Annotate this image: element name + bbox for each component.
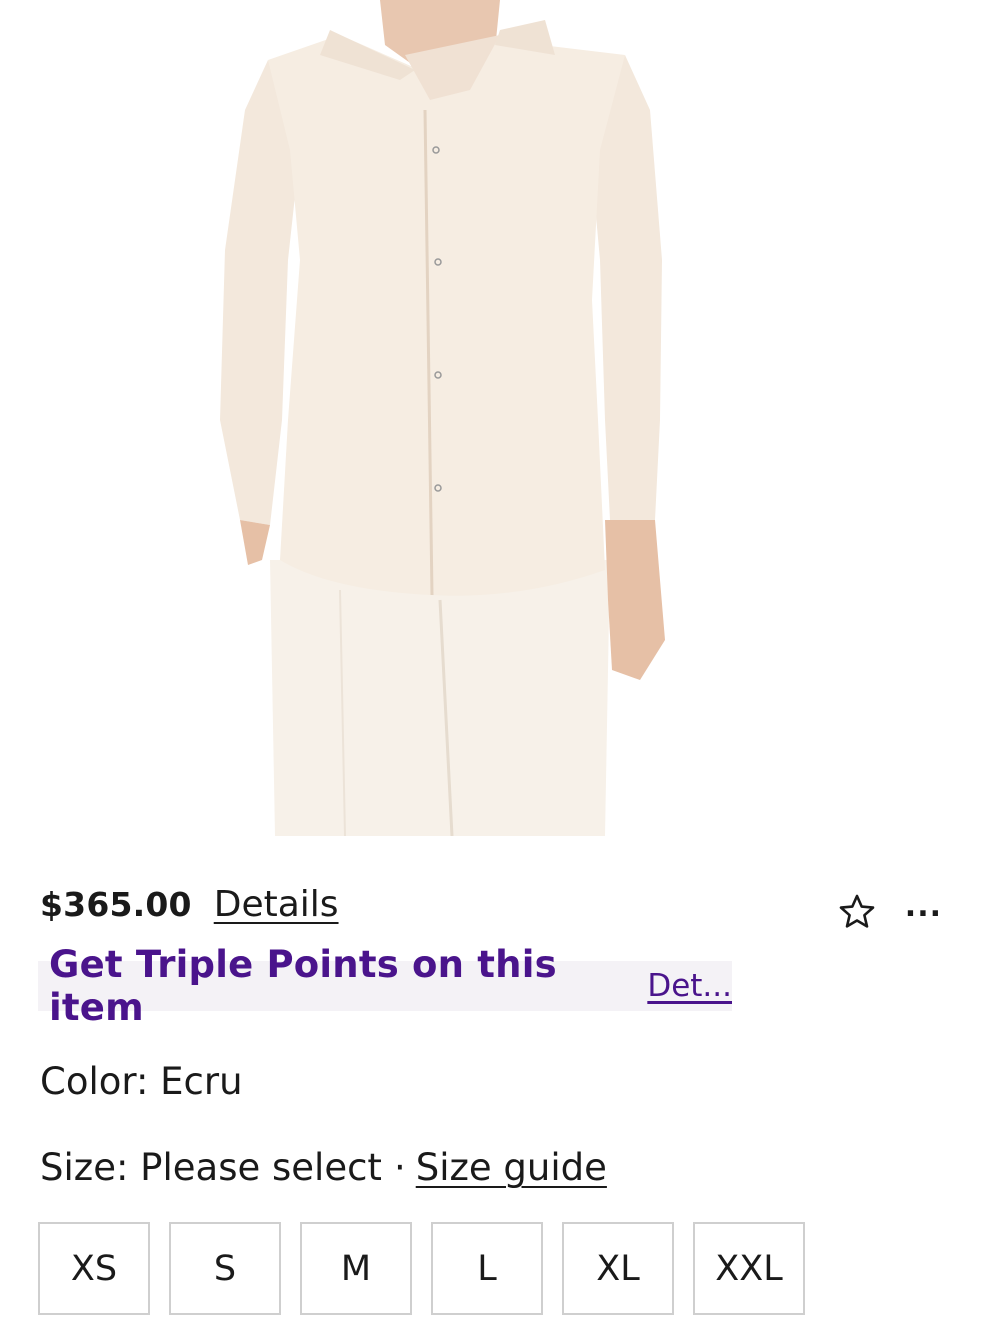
size-option-xl[interactable]: XL bbox=[562, 1222, 674, 1315]
promo-banner: Get Triple Points on this item Det... bbox=[38, 943, 732, 1029]
size-option-xxl[interactable]: XXL bbox=[693, 1222, 805, 1315]
star-outline-icon[interactable] bbox=[837, 892, 877, 932]
promo-text: Get Triple Points on this item bbox=[49, 943, 557, 1029]
size-guide-link[interactable]: Size guide bbox=[416, 1146, 607, 1189]
product-image[interactable] bbox=[0, 0, 1000, 836]
size-separator: · bbox=[393, 1146, 406, 1189]
size-row: Size: Please select · Size guide bbox=[40, 1146, 607, 1189]
details-link[interactable]: Details bbox=[214, 884, 339, 925]
color-label: Color: Ecru bbox=[40, 1060, 243, 1103]
price-row: $365.00 Details bbox=[40, 884, 339, 934]
size-option-m[interactable]: M bbox=[300, 1222, 412, 1315]
size-option-l[interactable]: L bbox=[431, 1222, 543, 1315]
size-option-xs[interactable]: XS bbox=[38, 1222, 150, 1315]
size-options: XS S M L XL XXL bbox=[38, 1222, 805, 1315]
size-option-s[interactable]: S bbox=[169, 1222, 281, 1315]
promo-details-link[interactable]: Det... bbox=[647, 968, 732, 1004]
price: $365.00 bbox=[40, 885, 192, 924]
product-actions: ... bbox=[837, 890, 942, 934]
product-page: $365.00 Details ... Get Triple Points on… bbox=[0, 0, 1000, 1333]
shirt-illustration bbox=[220, 0, 665, 836]
more-options-button[interactable]: ... bbox=[905, 892, 942, 922]
size-label: Size: Please select bbox=[40, 1146, 382, 1189]
